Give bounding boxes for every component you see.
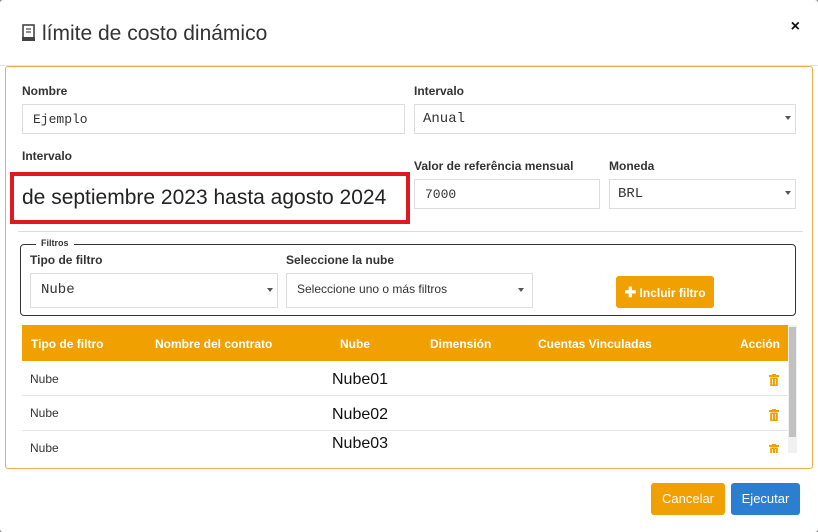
table-row: Nube Nube01 [22,361,788,396]
row-tipo: Nube [30,372,59,386]
moneda-select[interactable]: BRL [609,179,796,209]
header-tipo-filtro: Tipo de filtro [31,337,104,351]
table-row: Nube Nube03 [22,431,788,453]
include-filter-button[interactable]: ✚ Incluir filtro [616,276,714,308]
valor-referencia-input[interactable]: 7000 [414,179,600,209]
row-nube: Nube02 [332,406,389,423]
modal-title-text: límite de costo dinámico [42,22,268,45]
trash-icon[interactable] [769,408,779,421]
chevron-down-icon [267,288,273,292]
plus-icon: ✚ [624,284,637,300]
modal-header: límite de costo dinámico × [0,0,818,66]
row-nube: Nube03 [332,435,389,452]
filters-table: Tipo de filtro Nombre del contrato Nube … [22,325,797,453]
interval-range-display: de septiembre 2023 hasta agosto 2024 [10,172,410,224]
divider [18,231,803,232]
tipo-filtro-value: Nube [41,282,75,298]
header-cuentas-vinculadas: Cuentas Vinculadas [538,337,652,351]
filters-legend: Filtros [36,238,74,248]
header-accion: Acción [740,337,781,351]
tipo-filtro-select[interactable]: Nube [30,273,278,308]
nube-multiselect-placeholder: Seleccione uno o más filtros [297,282,448,296]
trash-icon[interactable] [769,443,779,453]
scrollbar-thumb[interactable] [789,327,796,437]
nombre-label: Nombre [22,84,68,98]
close-button[interactable]: × [791,18,800,36]
moneda-label: Moneda [609,159,655,173]
header-dimension: Dimensión [430,337,492,351]
valor-referencia-label: Valor de referência mensual [414,159,574,173]
intervalo-label: Intervalo [414,84,465,98]
intervalo-select-value: Anual [423,111,466,127]
include-filter-label: Incluir filtro [639,286,706,300]
chevron-down-icon [785,191,791,195]
row-tipo: Nube [30,441,59,453]
modal-title: límite de costo dinámico [21,22,267,46]
header-nombre-contrato: Nombre del contrato [155,337,273,351]
chevron-down-icon [785,116,791,120]
close-icon[interactable]: × [791,18,800,35]
trash-icon[interactable] [769,373,779,386]
cancel-button[interactable]: Cancelar [651,483,725,515]
nube-multiselect[interactable]: Seleccione uno o más filtros [286,273,533,308]
table-header: Tipo de filtro Nombre del contrato Nube … [22,325,788,361]
intervalo-range-label: Intervalo [22,149,73,163]
header-nube: Nube [340,337,370,351]
row-tipo: Nube [30,406,59,420]
seleccione-nube-label: Seleccione la nube [286,253,395,267]
nombre-input[interactable]: Ejemplo [22,104,405,134]
row-nube: Nube01 [332,371,389,388]
table-row: Nube Nube02 [22,396,788,431]
chevron-down-icon [518,288,524,292]
tipo-filtro-label: Tipo de filtro [30,253,103,267]
dynamic-cost-limit-modal: límite de costo dinámico × Nombre Ejempl… [0,0,818,532]
intervalo-select[interactable]: Anual [414,104,796,134]
execute-button[interactable]: Ejecutar [731,483,800,515]
table-scrollbar[interactable] [788,325,797,453]
document-icon [21,24,39,44]
moneda-select-value: BRL [618,186,644,202]
